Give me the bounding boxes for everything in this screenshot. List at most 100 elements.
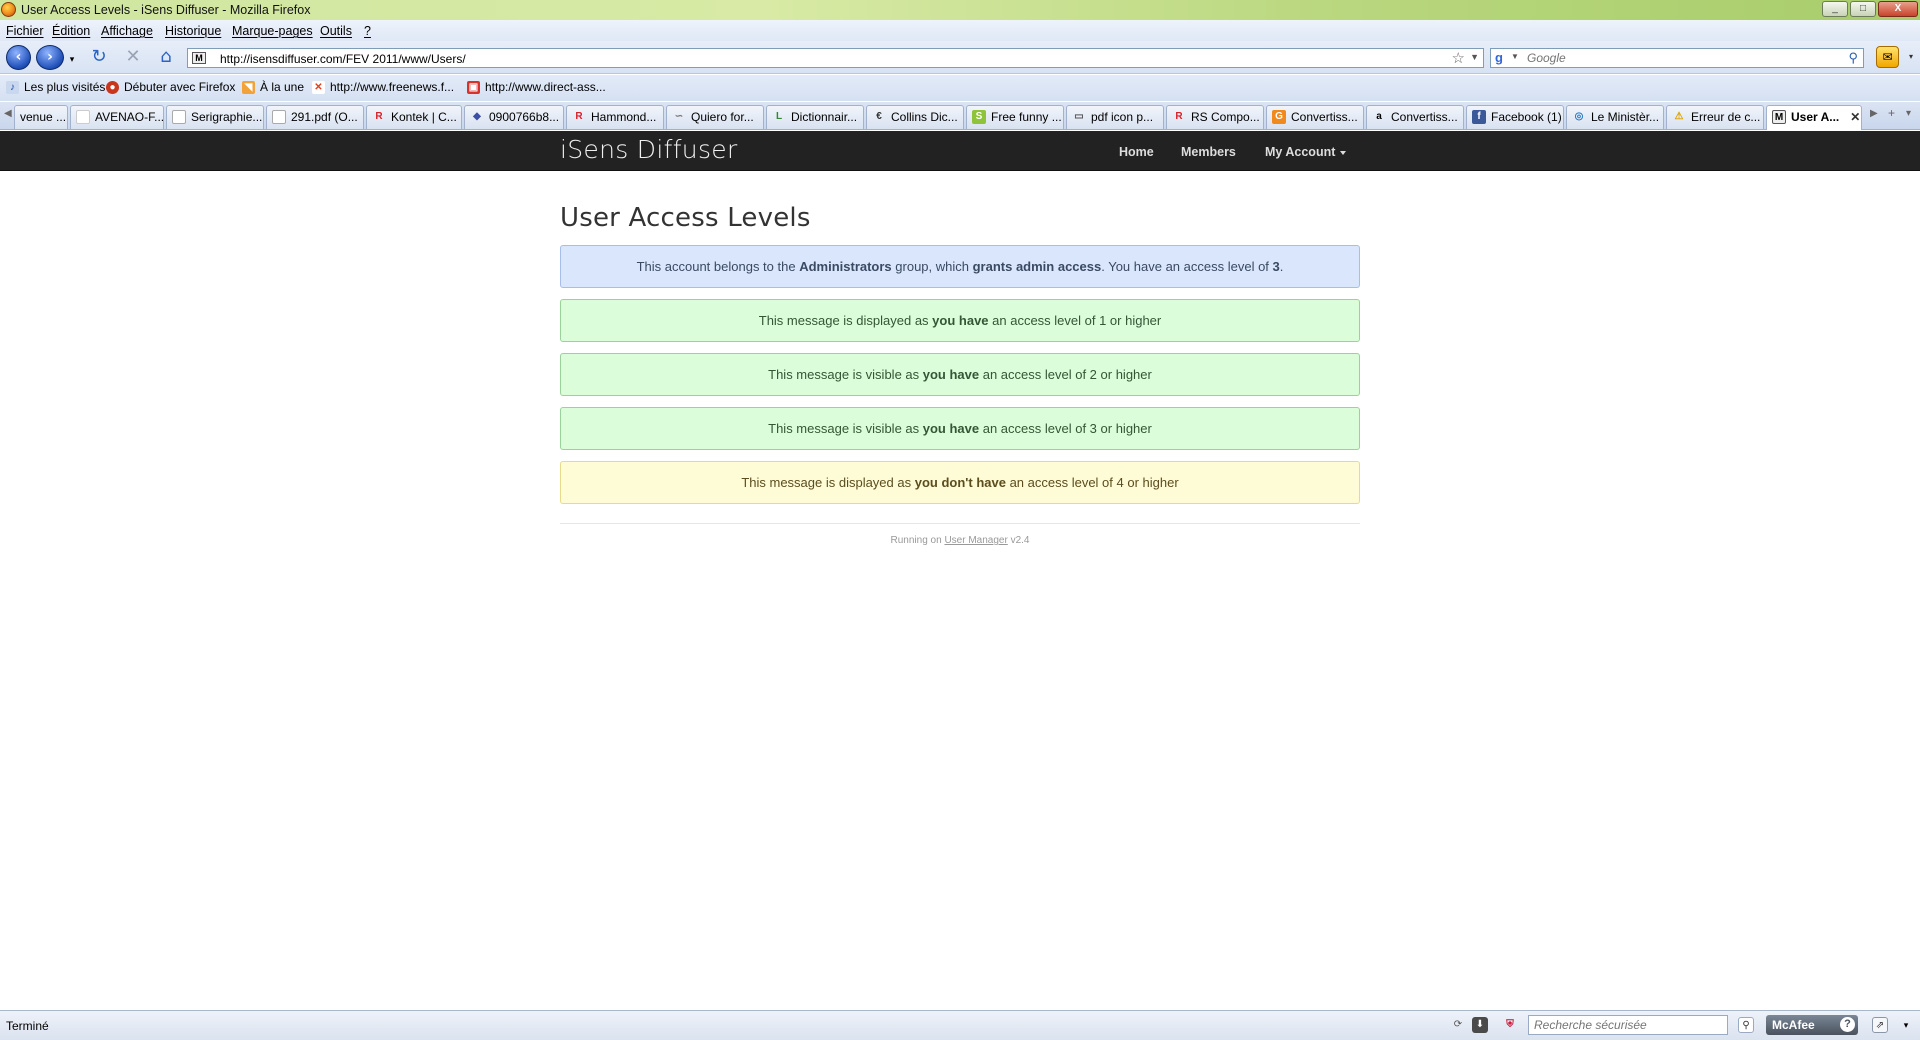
history-dropdown-icon[interactable]: ▾ (61, 50, 83, 70)
message-emphasis: you have (932, 313, 989, 328)
page-footer: Running on User Manager v2.4 (560, 535, 1360, 546)
free-funny-icon: S (972, 110, 986, 124)
menu-outils[interactable]: Outils (320, 24, 352, 38)
tab-291-pdf[interactable]: 291.pdf (O... (266, 105, 364, 129)
tab-venue[interactable]: venue ... (14, 105, 68, 129)
mcafee-shield-icon[interactable]: ⛨ (1502, 1017, 1518, 1033)
url-text[interactable]: http://isensdiffuser.com/FEV 2011/www/Us… (220, 52, 466, 66)
help-icon[interactable]: ? (1840, 1017, 1855, 1032)
tab-strip: ◀ venue ... AVENAO-F... Serigraphie... 2… (0, 102, 1920, 130)
search-icon[interactable]: ⚲ (1848, 50, 1858, 66)
tab-scroll-right-icon[interactable]: ▶ (1870, 108, 1878, 119)
tab-avenao[interactable]: AVENAO-F... (70, 105, 164, 129)
bookmarks-toolbar: ♪ Les plus visités ● Débuter avec Firefo… (0, 75, 1920, 101)
message-emphasis: you have (922, 421, 980, 436)
stop-icon[interactable]: ✕ (122, 47, 144, 67)
tab-collins[interactable]: € Collins Dic... (866, 105, 964, 129)
tab-label: Free funny ... (991, 110, 1062, 124)
access-level-4-message: This message is displayed as you don't h… (560, 461, 1360, 504)
sync-icon[interactable]: ⟳ (1450, 1017, 1466, 1033)
warning-icon: ⚠ (1674, 111, 1684, 122)
footer-version: v2.4 (1007, 535, 1030, 546)
tab-label: pdf icon p... (1091, 110, 1154, 124)
tab-free-funny[interactable]: S Free funny ... (966, 105, 1064, 129)
tab-serigraphie[interactable]: Serigraphie... (166, 105, 264, 129)
message-text: This message is displayed as (758, 313, 933, 328)
share-icon[interactable]: ⇗ (1872, 1017, 1888, 1033)
tab-convertiss-2[interactable]: a Convertiss... (1366, 105, 1464, 129)
tab-label: Hammond... (591, 110, 657, 124)
back-button[interactable]: ‹ (6, 45, 31, 70)
tab-ministere[interactable]: ◎ Le Ministèr... (1566, 105, 1664, 129)
google-icon[interactable]: g (1495, 51, 1511, 65)
status-text: Terminé (6, 1019, 49, 1033)
tab-convertiss-1[interactable]: G Convertiss... (1266, 105, 1364, 129)
tab-label: Erreur de c... (1691, 110, 1761, 124)
reload-icon[interactable]: ↻ (88, 47, 110, 67)
tab-hammond[interactable]: R Hammond... (566, 105, 664, 129)
addon-icon[interactable]: ✉ (1876, 46, 1899, 68)
tab-label: Collins Dic... (891, 110, 958, 124)
user-manager-link[interactable]: User Manager (944, 535, 1007, 546)
search-input[interactable] (1527, 50, 1827, 66)
bookmark-a-la-une[interactable]: ◥ À la une (242, 80, 304, 94)
url-dropdown-icon[interactable]: ▼ (1470, 52, 1479, 62)
bookmark-star-icon[interactable]: ☆ (1452, 49, 1465, 67)
search-engine-dropdown-icon[interactable]: ▼ (1511, 52, 1519, 61)
new-tab-icon[interactable]: + (1888, 106, 1895, 120)
nav-my-account-dropdown[interactable]: My Account (1265, 145, 1347, 159)
bookmark-freenews[interactable]: ✕ http://www.freenews.f... (312, 80, 454, 94)
url-bar[interactable]: M http://isensdiffuser.com/FEV 2011/www/… (187, 48, 1484, 68)
facebook-icon: f (1472, 110, 1486, 124)
tab-user-access[interactable]: M User A... ✕ (1766, 105, 1862, 130)
most-visited-icon: ♪ (6, 80, 19, 94)
menu-fichier[interactable]: Fichier (6, 24, 44, 38)
tab-0900766b8[interactable]: ◆ 0900766b8... (464, 105, 564, 129)
menu-historique[interactable]: Historique (165, 24, 221, 38)
bookmark-direct-ass[interactable]: ▣ http://www.direct-ass... (467, 80, 606, 94)
rss-icon: ◥ (242, 80, 255, 94)
menu-marque-pages[interactable]: Marque-pages (232, 24, 313, 38)
maximize-button[interactable]: □ (1850, 1, 1876, 17)
globe-icon: ◎ (1574, 111, 1584, 122)
menu-help[interactable]: ? (364, 24, 371, 38)
minimize-button[interactable]: _ (1822, 1, 1848, 17)
bookmark-label: Les plus visités (24, 80, 106, 94)
amazon-icon: a (1376, 111, 1382, 122)
tab-rs-compo[interactable]: R RS Compo... (1166, 105, 1264, 129)
tab-list-icon[interactable]: ▾ (1906, 108, 1911, 119)
secure-search-icon[interactable]: ⚲ (1738, 1017, 1754, 1033)
menu-affichage[interactable]: Affichage (101, 24, 153, 38)
bookmark-label: http://www.freenews.f... (330, 80, 455, 94)
message-emphasis: you have (922, 367, 980, 382)
nav-members-link[interactable]: Members (1181, 145, 1236, 159)
search-bar[interactable]: g ▼ ⚲ (1490, 48, 1864, 68)
tab-quiero[interactable]: ∽ Quiero for... (666, 105, 764, 129)
bookmark-most-visited[interactable]: ♪ Les plus visités (6, 80, 105, 94)
access-level-3-message: This message is visible as you have an a… (560, 407, 1360, 450)
download-icon[interactable]: ⬇ (1472, 1017, 1488, 1033)
tab-facebook[interactable]: f Facebook (1) (1466, 105, 1564, 129)
message-text: an access level of 3 or higher (979, 421, 1152, 436)
tab-pdf-icon[interactable]: ▭ pdf icon p... (1066, 105, 1164, 129)
freenews-icon: ✕ (312, 80, 325, 94)
tab-dictionnaire[interactable]: L Dictionnair... (766, 105, 864, 129)
tab-label: 0900766b8... (489, 110, 560, 124)
mcafee-button[interactable]: McAfee? (1766, 1015, 1858, 1035)
tab-scroll-left-icon[interactable]: ◀ (4, 108, 12, 119)
tab-kontek[interactable]: R Kontek | C... (366, 105, 462, 129)
nav-home-link[interactable]: Home (1119, 145, 1154, 159)
close-tab-icon[interactable]: ✕ (1850, 110, 1860, 130)
share-dropdown-icon[interactable]: ▾ (1898, 1017, 1914, 1033)
account-info-alert: This account belongs to the Administrato… (560, 245, 1360, 288)
home-icon[interactable]: ⌂ (155, 47, 177, 67)
bookmark-firefox[interactable]: ● Débuter avec Firefox (106, 80, 235, 94)
tab-erreur[interactable]: ⚠ Erreur de c... (1666, 105, 1764, 129)
addon-dropdown-icon[interactable]: ▾ (1909, 52, 1913, 61)
site-brand[interactable]: iSens Diffuser (560, 135, 738, 164)
secure-search-input[interactable] (1529, 1016, 1719, 1034)
close-window-button[interactable]: X (1878, 1, 1918, 17)
menu-edition[interactable]: Édition (52, 24, 90, 38)
forward-button[interactable]: › (36, 45, 64, 70)
secure-search-box[interactable] (1528, 1015, 1728, 1035)
